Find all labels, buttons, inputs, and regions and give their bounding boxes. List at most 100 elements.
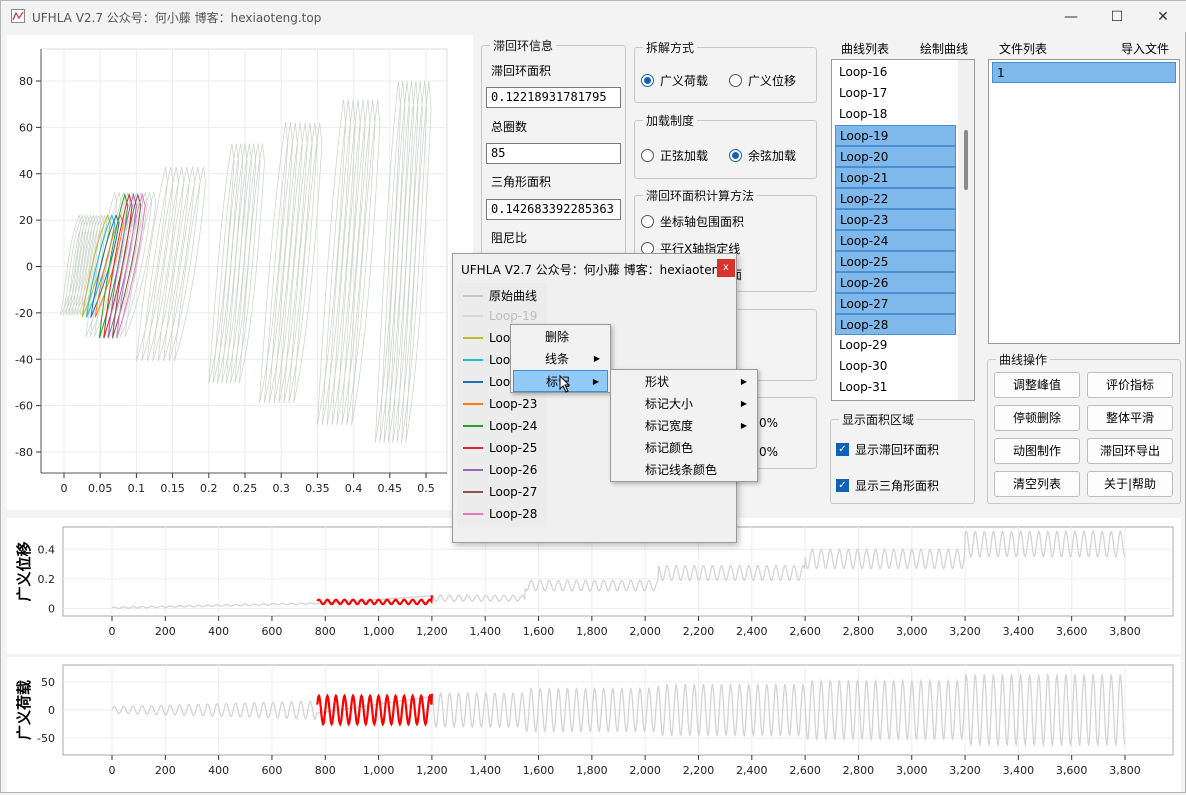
radio-sine[interactable]: 正弦加载	[641, 147, 708, 164]
x-tick-label: 0	[109, 625, 116, 638]
curve-ops-title: 曲线操作	[996, 351, 1051, 368]
adjust-peak-button[interactable]: 调整峰值	[994, 372, 1080, 398]
legend-label: Loop-25	[489, 441, 538, 455]
scrollbar-thumb[interactable]	[964, 130, 968, 190]
loops-label: 总圈数	[491, 120, 528, 134]
radio-displacement[interactable]: 广义位移	[729, 72, 796, 89]
curve-list-item[interactable]: Loop-20	[835, 146, 956, 167]
curve-list-item[interactable]: Loop-25	[835, 251, 956, 272]
radio-sine-label: 正弦加载	[660, 149, 709, 163]
minimize-button[interactable]: —	[1048, 1, 1094, 32]
close-button[interactable]: ✕	[1140, 1, 1186, 32]
file-listbox[interactable]: 1	[988, 59, 1180, 344]
export-loop-button[interactable]: 滞回环导出	[1087, 438, 1173, 464]
submenu-line-color-label: 标记线条颜色	[645, 463, 718, 477]
submenu-item-line-color[interactable]: 标记线条颜色	[613, 459, 755, 481]
curve-list-item[interactable]: Loop-22	[835, 188, 956, 209]
legend-item[interactable]: Loop-19	[463, 309, 537, 323]
file-list-item[interactable]: 1	[992, 62, 1176, 83]
smooth-button[interactable]: 整体平滑	[1087, 405, 1173, 431]
y-tick-label: -60	[15, 400, 33, 413]
submenu-arrow-icon: ▶	[592, 377, 599, 386]
show-triangle-area-checkbox[interactable]: ✓ 显示三角形面积	[836, 477, 939, 494]
legend-label: Loop-24	[489, 419, 538, 433]
legend-swatch	[463, 359, 483, 361]
curve-list-scrollbar[interactable]	[958, 60, 974, 400]
curve-list-item[interactable]: Loop-28	[835, 314, 956, 335]
radio-cosine[interactable]: 余弦加载	[729, 147, 796, 164]
x-tick-label: 3,800	[1109, 764, 1141, 777]
y-axis-label: 广义荷载	[15, 680, 33, 740]
percent-value-2: 0%	[759, 445, 779, 459]
legend-item[interactable]: Loop-24	[463, 419, 537, 433]
loops-field[interactable]: 85	[486, 143, 621, 164]
animation-button[interactable]: 动图制作	[994, 438, 1080, 464]
x-tick-label: 2,400	[736, 764, 768, 777]
legend-item[interactable]: Loop-23	[463, 397, 537, 411]
draw-curve-link[interactable]: 绘制曲线	[918, 40, 971, 57]
popup-title: UFHLA V2.7 公众号：何小藤 博客：hexiaoten...	[461, 263, 731, 277]
curve-list-item[interactable]: Loop-24	[835, 230, 956, 251]
loading-title: 加载制度	[643, 112, 698, 129]
radio-unchecked-icon	[641, 215, 654, 228]
legend-item[interactable]: Loop-27	[463, 485, 537, 499]
mouse-cursor-icon	[559, 375, 571, 393]
x-tick-label: 2,800	[843, 625, 875, 638]
radio-axis-area-label: 坐标轴包围面积	[660, 215, 745, 229]
x-tick-label: 800	[315, 625, 336, 638]
curve-listbox[interactable]: Loop-16 Loop-17 Loop-18 Loop-19 Loop-20 Loop-…	[831, 59, 975, 401]
y-tick-label: 20	[19, 214, 33, 227]
area-display-title: 显示面积区域	[839, 411, 918, 428]
curve-list-item[interactable]: Loop-30	[835, 356, 956, 377]
x-tick-label: 400	[208, 764, 229, 777]
submenu-item-size[interactable]: 标记大小 ▶	[613, 393, 755, 415]
submenu-arrow-icon: ▶	[593, 354, 600, 363]
radio-axis-area[interactable]: 坐标轴包围面积	[641, 213, 744, 230]
submenu-item-color[interactable]: 标记颜色	[613, 437, 755, 459]
close-icon: ✕	[1157, 8, 1169, 25]
clear-list-button[interactable]: 清空列表	[994, 471, 1080, 497]
area-field[interactable]: 0.12218931781795	[486, 87, 621, 108]
y-tick-label: 50	[41, 676, 55, 689]
legend-item[interactable]: Loop-28	[463, 507, 537, 521]
curve-list-item[interactable]: Loop-18	[835, 104, 956, 125]
submenu-item-shape[interactable]: 形状 ▶	[613, 371, 755, 393]
x-tick-label: 2,200	[683, 764, 715, 777]
curve-list-item[interactable]: Loop-27	[835, 293, 956, 314]
pause-delete-button[interactable]: 停顿删除	[994, 405, 1080, 431]
curve-list-item[interactable]: Loop-17	[835, 83, 956, 104]
legend-swatch	[463, 337, 483, 339]
triangle-field[interactable]: 0.142683392285363	[486, 199, 621, 220]
legend-swatch	[463, 403, 483, 405]
area-label: 滞回环面积	[491, 64, 552, 78]
import-file-link[interactable]: 导入文件	[1119, 40, 1172, 57]
legend-item[interactable]: 原始曲线	[463, 287, 537, 304]
marker-submenu: 形状 ▶ 标记大小 ▶ 标记宽度 ▶ 标记颜色 标记线条颜色	[610, 369, 758, 482]
legend-swatch	[463, 447, 483, 449]
curve-list-item[interactable]: Loop-26	[835, 272, 956, 293]
maximize-button[interactable]: ☐	[1094, 1, 1140, 32]
legend-item[interactable]: Loop-25	[463, 441, 537, 455]
evaluate-button[interactable]: 评价指标	[1087, 372, 1173, 398]
curve-list-item[interactable]: Loop-19	[835, 125, 956, 146]
submenu-item-width[interactable]: 标记宽度 ▶	[613, 415, 755, 437]
legend-item[interactable]: Loop-26	[463, 463, 537, 477]
show-loop-area-checkbox[interactable]: ✓ 显示滞回环面积	[836, 441, 939, 458]
radio-displacement-label: 广义位移	[748, 74, 797, 88]
load-plot[interactable]: 0 200 400 600 800 1,000 1,200 1,400 1,600 1,800 2,…	[7, 657, 1181, 792]
x-tick-label: 1,400	[469, 764, 501, 777]
y-tick-label: -20	[15, 307, 33, 320]
curve-list-item[interactable]: Loop-23	[835, 209, 956, 230]
radio-load[interactable]: 广义荷载	[641, 72, 708, 89]
menu-item-line[interactable]: 线条 ▶	[513, 348, 608, 370]
curve-list-item[interactable]: Loop-29	[835, 335, 956, 356]
menu-item-delete[interactable]: 删除	[513, 326, 608, 348]
curve-list-item[interactable]: Loop-31	[835, 377, 956, 398]
y-tick-label: 40	[19, 168, 33, 181]
hysteresis-plot[interactable]: 0 0.05 0.1 0.15 0.2 0.25 0.3 0.35 0.4 0.45 0.5 80 60…	[7, 35, 473, 510]
x-tick-label: 400	[208, 625, 229, 638]
popup-close-button[interactable]: x	[717, 259, 735, 277]
curve-list-item[interactable]: Loop-21	[835, 167, 956, 188]
about-help-button[interactable]: 关于|帮助	[1087, 471, 1173, 497]
curve-list-item[interactable]: Loop-16	[835, 62, 956, 83]
